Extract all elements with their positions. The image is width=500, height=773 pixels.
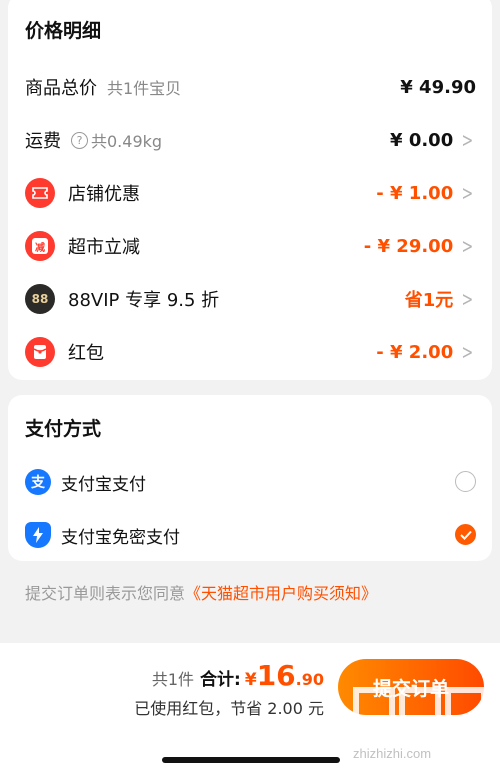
payment-option-label: 支付宝支付 <box>61 474 146 495</box>
red-packet-row[interactable]: 红包 - ¥ 2.00 > <box>8 332 492 372</box>
store-discount-label: 店铺优惠 <box>68 184 140 205</box>
radio-checked[interactable] <box>455 524 476 545</box>
total-decimal: .90 <box>295 670 324 689</box>
payment-option-label: 支付宝免密支付 <box>61 527 180 548</box>
market-discount-value: - ¥ 29.00 <box>363 235 454 257</box>
store-discount-row[interactable]: 店铺优惠 - ¥ 1.00 > <box>8 173 492 213</box>
submit-order-button[interactable]: 提交订单 <box>338 659 484 715</box>
shipping-row[interactable]: 运费 ? 共0.49kg ¥ 0.00 > <box>8 120 492 160</box>
saving-note: 已使用红包，节省 2.00 元 <box>134 699 324 718</box>
alipay-icon: 支 <box>25 469 51 495</box>
chevron-right-icon: > <box>461 181 474 205</box>
shipping-label: 运费 <box>25 131 61 152</box>
payment-method-title: 支付方式 <box>25 418 102 440</box>
red-packet-icon <box>25 337 55 367</box>
vip-label: 88VIP 专享 9.5 折 <box>68 290 220 311</box>
total-price-row: 商品总价 共1件宝贝 ¥ 49.90 <box>8 67 492 107</box>
total-label: 合计: <box>200 670 241 690</box>
market-discount-row[interactable]: 减 超市立减 - ¥ 29.00 > <box>8 226 492 266</box>
vip-saving-value: 省1元 <box>404 290 454 311</box>
price-detail-card: 价格明细 商品总价 共1件宝贝 ¥ 49.90 运费 ? 共0.49kg ¥ 0… <box>8 0 492 380</box>
total-price-value: ¥ 49.90 <box>400 76 476 98</box>
vip-88-icon: 88 <box>25 284 55 314</box>
watermark-text: zhizhizhi.com <box>353 746 432 761</box>
shipping-value: ¥ 0.00 <box>390 129 454 151</box>
agreement-text: 提交订单则表示您同意《天猫超市用户购买须知》 <box>25 584 378 603</box>
total-price-label: 商品总价 <box>25 78 97 99</box>
home-indicator[interactable] <box>162 757 340 763</box>
red-packet-label: 红包 <box>68 343 104 364</box>
payment-option-alipay[interactable]: 支 支付宝支付 <box>8 462 492 502</box>
payment-option-alipay-nopwd[interactable]: 支付宝免密支付 <box>8 515 492 555</box>
chevron-right-icon: > <box>461 287 474 311</box>
ticket-icon <box>25 178 55 208</box>
shipping-weight: 共0.49kg <box>91 132 163 151</box>
shield-bolt-icon <box>25 522 51 548</box>
order-total: 共1件 合计: ¥ 16 .90 <box>152 659 324 692</box>
discount-badge-icon: 减 <box>25 231 55 261</box>
item-count-summary: 共1件 <box>151 670 195 689</box>
chevron-right-icon: > <box>461 234 474 258</box>
currency-symbol: ¥ <box>244 670 257 690</box>
chevron-right-icon: > <box>461 128 474 152</box>
store-discount-value: - ¥ 1.00 <box>376 182 454 204</box>
price-detail-title: 价格明细 <box>25 20 102 42</box>
red-packet-value: - ¥ 2.00 <box>376 341 454 363</box>
chevron-right-icon: > <box>461 340 474 364</box>
agreement-link[interactable]: 《天猫超市用户购买须知》 <box>185 584 377 603</box>
vip-row[interactable]: 88 88VIP 专享 9.5 折 省1元 > <box>8 279 492 319</box>
payment-method-card: 支付方式 支 支付宝支付 支付宝免密支付 <box>8 395 492 561</box>
radio-unchecked[interactable] <box>455 471 476 492</box>
help-icon[interactable]: ? <box>71 131 88 149</box>
market-discount-label: 超市立减 <box>68 237 140 258</box>
item-count: 共1件宝贝 <box>107 79 182 98</box>
total-integer: 16 <box>256 659 296 692</box>
